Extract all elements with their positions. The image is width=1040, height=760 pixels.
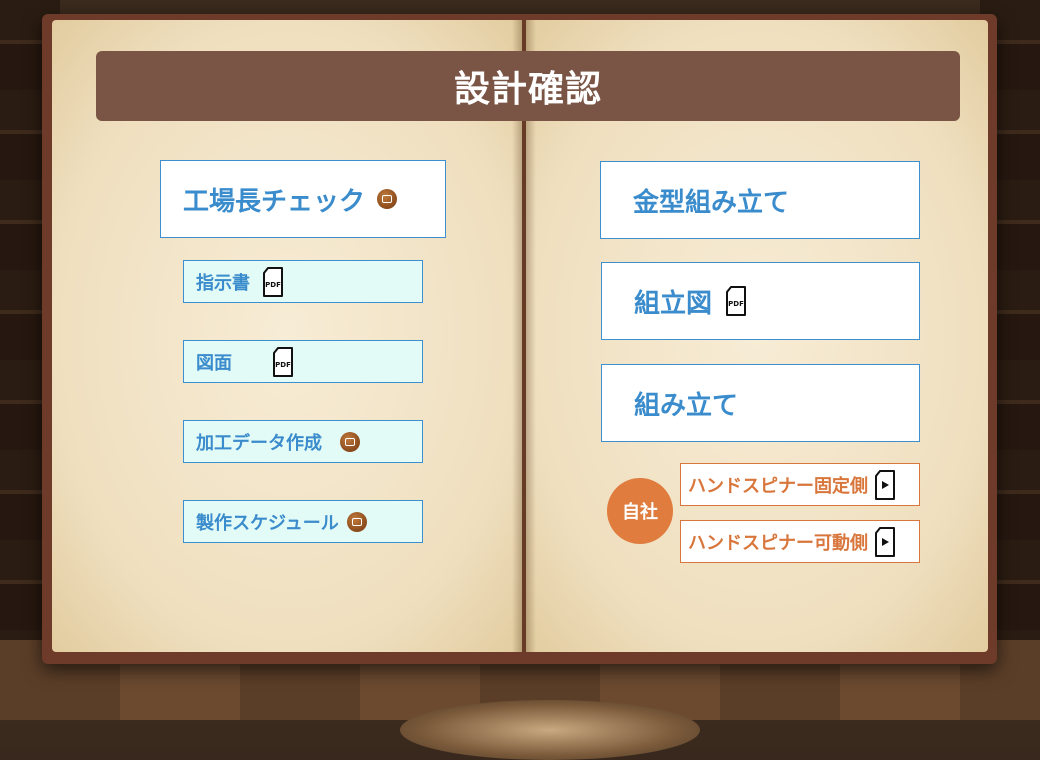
schedule-button[interactable]: 製作スケジュール [183, 500, 423, 543]
rug-decoration [400, 700, 700, 760]
drawing-button[interactable]: 図面 PDF [183, 340, 423, 383]
page-title: 設計確認 [453, 69, 602, 110]
chat-icon [377, 189, 398, 209]
processing-data-button[interactable]: 加工データ作成 [183, 420, 423, 463]
video-file-icon [875, 469, 895, 500]
in-house-label: 自社 [622, 502, 658, 523]
instructions-label: 指示書 [196, 272, 250, 294]
factory-check-button[interactable]: 工場長チェック [160, 160, 446, 238]
spinner-fixed-side-button[interactable]: ハンドスピナー固定側 [680, 463, 920, 506]
video-file-icon [875, 526, 895, 557]
drawing-label: 図面 [196, 352, 232, 374]
factory-check-label: 工場長チェック [183, 186, 366, 217]
spinner-fixed-side-label: ハンドスピナー固定側 [688, 475, 868, 497]
schedule-label: 製作スケジュール [196, 512, 339, 534]
processing-data-label: 加工データ作成 [196, 432, 322, 454]
assembly-drawing-label: 組立図 [634, 288, 713, 319]
pdf-icon: PDF [726, 286, 747, 316]
chat-icon [346, 511, 367, 532]
pdf-icon: PDF [263, 266, 283, 297]
title-banner: 設計確認 [96, 51, 960, 121]
pdf-icon: PDF [273, 346, 293, 377]
instructions-button[interactable]: 指示書 PDF [183, 260, 423, 303]
mold-assembly-label: 金型組み立て [633, 187, 790, 218]
assembly-button[interactable]: 組み立て [601, 364, 920, 442]
assembly-drawing-button[interactable]: 組立図 PDF [601, 262, 920, 340]
svg-text:PDF: PDF [275, 361, 291, 369]
svg-text:PDF: PDF [265, 281, 281, 289]
spinner-moving-side-label: ハンドスピナー可動側 [688, 532, 868, 554]
svg-text:PDF: PDF [728, 300, 744, 308]
chat-icon [340, 431, 360, 452]
assembly-label: 組み立て [634, 390, 739, 421]
in-house-badge: 自社 [607, 478, 673, 544]
spinner-moving-side-button[interactable]: ハンドスピナー可動側 [680, 520, 920, 563]
mold-assembly-button[interactable]: 金型組み立て [600, 161, 920, 239]
